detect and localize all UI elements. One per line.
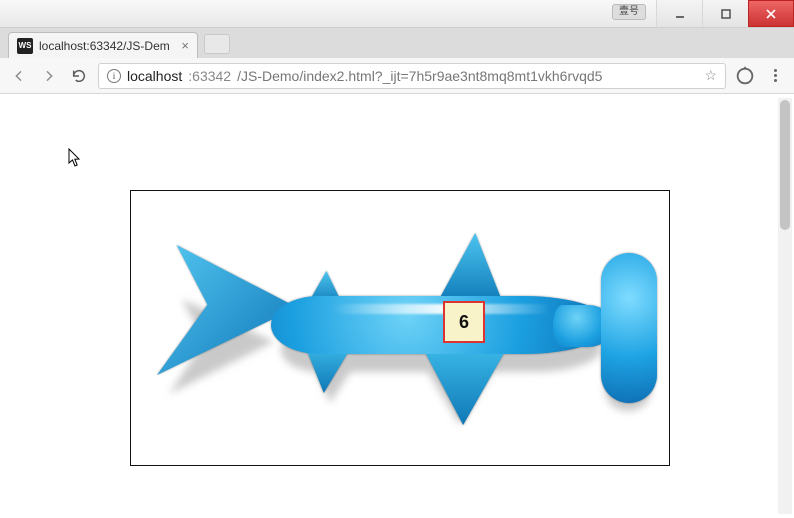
back-button[interactable] — [8, 65, 30, 87]
window-minimize-button[interactable] — [656, 0, 702, 27]
new-tab-button[interactable] — [204, 34, 230, 54]
address-bar[interactable]: i localhost :63342/JS-Demo/index2.html?_i… — [98, 63, 726, 89]
page-viewport: 6 — [0, 94, 794, 518]
window-close-button[interactable] — [748, 0, 794, 27]
scrollbar-thumb[interactable] — [780, 100, 790, 230]
url-host: localhost — [127, 68, 182, 84]
vertical-scrollbar[interactable] — [778, 98, 792, 514]
reload-button[interactable] — [68, 65, 90, 87]
window-maximize-button[interactable] — [702, 0, 748, 27]
url-path: /JS-Demo/index2.html?_ijt=7h5r9ae3nt8mq8… — [237, 68, 602, 84]
bookmark-star-icon[interactable]: ☆ — [704, 67, 717, 84]
shark-image — [151, 201, 670, 431]
tab-close-icon[interactable]: × — [181, 39, 189, 52]
browser-menu-button[interactable] — [764, 65, 786, 87]
mouse-cursor-icon — [68, 148, 82, 173]
counter-overlay: 6 — [443, 301, 485, 343]
favicon-icon: WS — [17, 38, 33, 54]
forward-button[interactable] — [38, 65, 60, 87]
kebab-icon — [774, 69, 777, 82]
url-port: :63342 — [188, 68, 231, 84]
tab-title: localhost:63342/JS-Dem — [39, 39, 175, 53]
tab-strip: WS localhost:63342/JS-Dem × — [0, 28, 794, 58]
window-titlebar: 壹号 — [0, 0, 794, 28]
extension-button[interactable] — [734, 65, 756, 87]
site-info-icon[interactable]: i — [107, 69, 121, 83]
image-container: 6 — [130, 190, 670, 466]
ime-badge: 壹号 — [612, 4, 646, 20]
browser-tab[interactable]: WS localhost:63342/JS-Dem × — [8, 32, 198, 58]
browser-toolbar: i localhost :63342/JS-Demo/index2.html?_i… — [0, 58, 794, 94]
